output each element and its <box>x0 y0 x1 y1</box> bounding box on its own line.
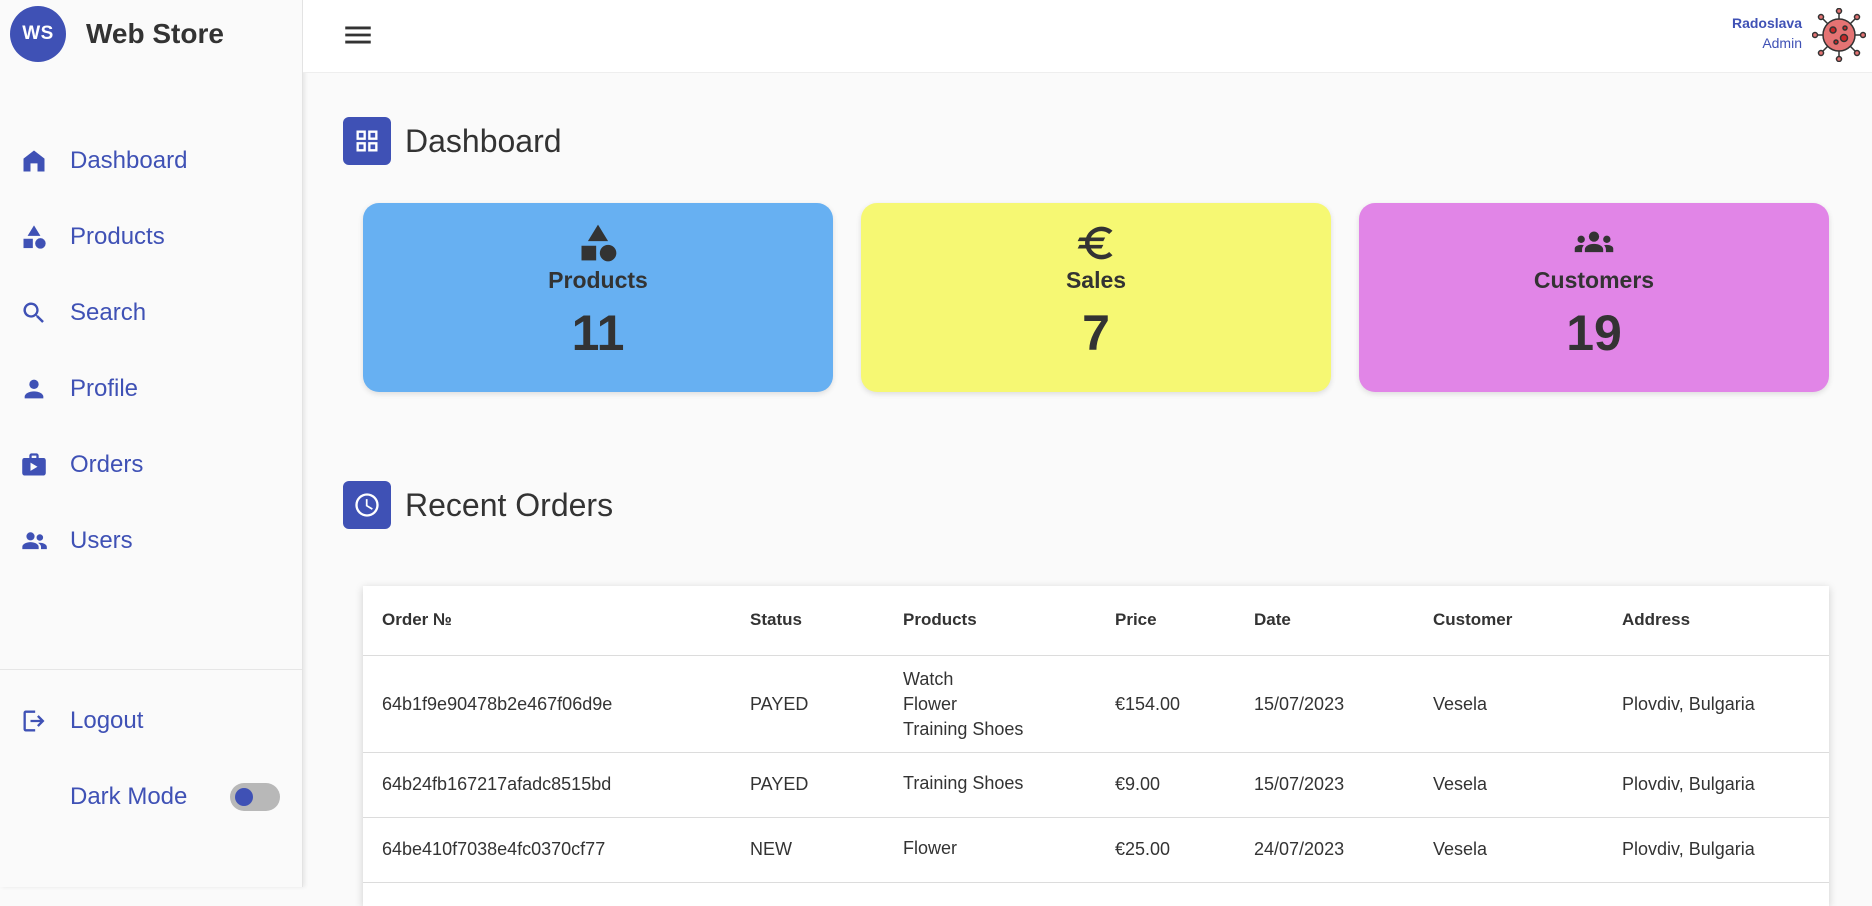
sidebar-item-users[interactable]: Users <box>0 503 302 579</box>
sidebar-nav: Dashboard Products Search Profile Orders… <box>0 123 302 579</box>
cell-products: Watch Flower Training Shoes <box>903 667 1023 742</box>
person-icon <box>24 379 44 399</box>
moon-icon <box>21 785 33 809</box>
cell-address: Plovdiv, Bulgaria <box>1622 694 1755 714</box>
virus-avatar-icon[interactable] <box>1812 8 1866 62</box>
cell-address: Plovdiv, Bulgaria <box>1622 774 1755 794</box>
column-header-status[interactable]: Status <box>750 610 802 630</box>
column-header-date[interactable]: Date <box>1254 610 1291 630</box>
group-icon <box>22 532 47 550</box>
groups-icon <box>1574 231 1614 253</box>
column-header-address[interactable]: Address <box>1622 610 1690 630</box>
card-icon <box>1572 221 1616 265</box>
page-title: Dashboard <box>405 122 562 159</box>
recent-orders-header: Recent Orders <box>343 481 613 529</box>
brand-logo[interactable]: WS <box>10 6 66 62</box>
cell-customer: Vesela <box>1433 774 1488 794</box>
topbar: Radoslava Admin <box>303 0 1872 73</box>
user-name[interactable]: Radoslava <box>1732 15 1802 31</box>
cell-products: Flower <box>903 838 958 858</box>
cell-price: €154.00 <box>1115 694 1181 714</box>
cell-order: 64b1f9e90478b2e467f06d9e <box>382 694 613 714</box>
hamburger-icon <box>345 26 371 44</box>
cell-price: €9.00 <box>1115 774 1161 794</box>
sidebar-item-label: Orders <box>70 451 144 478</box>
cell-date: 15/07/2023 <box>1254 694 1345 714</box>
search-icon <box>23 302 44 323</box>
sidebar-item-profile[interactable]: Profile <box>0 351 302 427</box>
brand[interactable]: WS Web Store <box>10 6 224 62</box>
sidebar: WS Web Store Dashboard Products Search P… <box>0 0 303 887</box>
card-value: 11 <box>571 305 625 361</box>
sidebar-item-label: Dashboard <box>70 147 188 174</box>
card-icon <box>576 221 620 265</box>
menu-button[interactable] <box>341 18 375 52</box>
column-header-order[interactable]: Order № <box>382 610 452 630</box>
card-value: 19 <box>1566 305 1622 361</box>
column-header-products[interactable]: Products <box>903 610 977 630</box>
euro-icon <box>1077 226 1113 260</box>
section-title: Recent Orders <box>405 486 614 523</box>
cell-order: 64be410f7038e4fc0370cf77 <box>382 839 606 859</box>
product-name: Watch <box>903 669 954 689</box>
orders-icon <box>22 453 46 476</box>
card-label: Sales <box>1065 267 1127 293</box>
sidebar-item-label: Products <box>70 223 165 250</box>
card-label: Products <box>548 267 648 293</box>
card-value: 7 <box>1082 305 1110 361</box>
customers-card[interactable]: Customers 19 <box>1359 203 1829 392</box>
logout-label: Logout <box>70 707 144 734</box>
row-divider <box>363 655 1829 656</box>
category-icon <box>581 224 617 262</box>
cell-status: PAYED <box>750 774 809 794</box>
cell-products: Training Shoes <box>903 773 1024 793</box>
cell-customer: Vesela <box>1433 839 1488 859</box>
cell-order: 64b24fb167217afadc8515bd <box>382 774 612 794</box>
sidebar-item-label: Users <box>70 527 133 554</box>
user-info[interactable]: Radoslava Admin <box>1732 15 1802 51</box>
cell-status: NEW <box>750 839 792 859</box>
products-card[interactable]: Products 11 <box>363 203 833 392</box>
sidebar-divider <box>0 669 302 670</box>
home-icon <box>23 150 45 172</box>
sales-card[interactable]: Sales 7 <box>861 203 1331 392</box>
sidebar-item-orders[interactable]: Orders <box>0 427 302 503</box>
cell-address: Plovdiv, Bulgaria <box>1622 839 1755 859</box>
dashboard-header: Dashboard <box>343 117 562 165</box>
product-name: Flower <box>903 694 958 714</box>
dark-mode-toggle[interactable] <box>230 783 280 811</box>
orders-table: Order № Status Products Price Date Custo… <box>363 586 1829 906</box>
row-divider <box>363 817 1829 818</box>
logout-icon <box>23 710 45 732</box>
cell-price: €25.00 <box>1115 839 1171 859</box>
row-divider <box>363 752 1829 753</box>
dark-mode-row[interactable]: Dark Mode <box>0 759 302 835</box>
recent-orders-section-icon <box>343 481 391 529</box>
cell-date: 24/07/2023 <box>1254 839 1345 859</box>
sidebar-item-label: Search <box>70 299 147 326</box>
dashboard-section-icon <box>343 117 391 165</box>
toggle-knob[interactable] <box>235 788 253 806</box>
row-divider <box>363 882 1829 883</box>
sidebar-item-dashboard[interactable]: Dashboard <box>0 123 302 199</box>
dark-mode-label: Dark Mode <box>70 783 188 810</box>
clock-icon <box>355 493 379 517</box>
cell-date: 15/07/2023 <box>1254 774 1345 794</box>
card-label: Customers <box>1533 267 1655 293</box>
sidebar-item-products[interactable]: Products <box>0 199 302 275</box>
category-icon <box>23 225 46 249</box>
card-icon <box>1074 221 1118 265</box>
column-header-price[interactable]: Price <box>1115 610 1157 630</box>
column-header-customer[interactable]: Customer <box>1433 610 1512 630</box>
grid-icon <box>356 130 378 152</box>
cell-customer: Vesela <box>1433 694 1488 714</box>
sidebar-item-label: Profile <box>70 375 139 402</box>
user-role: Admin <box>1762 35 1802 51</box>
product-name: Training Shoes <box>903 719 1024 739</box>
logout-button[interactable]: Logout <box>0 683 302 759</box>
sidebar-bottom: Logout Dark Mode <box>0 683 302 835</box>
sidebar-item-search[interactable]: Search <box>0 275 302 351</box>
cell-status: PAYED <box>750 694 809 714</box>
brand-name[interactable]: Web Store <box>86 18 224 50</box>
